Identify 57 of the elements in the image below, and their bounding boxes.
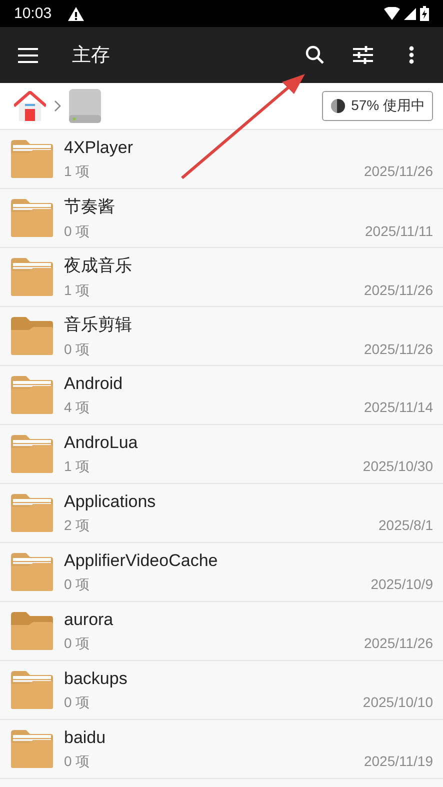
folder-icon — [9, 670, 54, 710]
modified-date: 2025/10/9 — [370, 576, 433, 594]
chevron-icon — [54, 100, 61, 112]
wifi-icon — [384, 7, 400, 20]
item-count: 4 项 — [64, 398, 90, 416]
item-count: 0 项 — [64, 752, 90, 770]
modified-date: 2025/8/1 — [378, 516, 433, 534]
menu-icon[interactable] — [18, 48, 38, 62]
item-count: 0 项 — [64, 694, 90, 712]
modified-date: 2025/11/26 — [364, 162, 433, 180]
folder-name: 节奏酱 — [64, 196, 116, 218]
folder-icon — [9, 552, 54, 592]
item-count: 0 项 — [64, 341, 90, 359]
modified-date: 2025/11/19 — [364, 752, 433, 770]
folder-name: Android — [64, 374, 124, 394]
modified-date: 2025/10/30 — [362, 458, 433, 476]
home-icon[interactable] — [14, 91, 46, 121]
storage-usage-button[interactable]: 57% 使用中 — [322, 91, 433, 121]
item-count: 1 项 — [64, 458, 90, 476]
folder-name: baidu — [64, 728, 107, 748]
folder-name: 夜成音乐 — [64, 255, 133, 277]
modified-date: 2025/11/26 — [364, 634, 433, 652]
modified-date: 2025/10/10 — [362, 694, 433, 712]
folder-name: AndroLua — [64, 432, 139, 452]
folder-name: 音乐剪辑 — [64, 314, 133, 336]
folder-name: Applications — [64, 492, 157, 512]
folder-icon — [9, 375, 54, 415]
item-count: 0 项 — [64, 634, 90, 652]
status-time: 10:03 — [14, 5, 52, 22]
search-icon — [305, 45, 325, 65]
toolbar-title: 主存 — [72, 44, 111, 68]
item-count: 1 项 — [64, 282, 90, 300]
folder-icon — [9, 611, 54, 651]
modified-date: 2025/11/26 — [364, 282, 433, 300]
modified-date: 2025/11/26 — [364, 341, 433, 359]
warning-icon — [68, 6, 84, 20]
item-count: 0 项 — [64, 223, 90, 241]
modified-date: 2025/11/11 — [365, 223, 433, 241]
modified-date: 2025/11/14 — [364, 398, 433, 416]
folder-icon — [9, 434, 54, 474]
folder-icon — [9, 729, 54, 769]
folder-icon — [9, 198, 54, 238]
folder-name: ApplifierVideoCache — [64, 550, 219, 570]
folder-icon — [9, 257, 54, 297]
folder-icon — [9, 139, 54, 179]
folder-icon — [9, 316, 54, 356]
folder-name: aurora — [64, 610, 114, 630]
item-count: 2 项 — [64, 516, 90, 534]
item-count: 0 项 — [64, 576, 90, 594]
item-count: 1 项 — [64, 162, 90, 180]
folder-icon — [9, 493, 54, 533]
folder-name: 4XPlayer — [64, 138, 134, 158]
more-icon — [408, 46, 414, 64]
sliders-icon — [353, 46, 373, 64]
folder-name: backups — [64, 668, 128, 688]
signal-icon — [404, 8, 416, 20]
battery-icon — [420, 6, 429, 21]
